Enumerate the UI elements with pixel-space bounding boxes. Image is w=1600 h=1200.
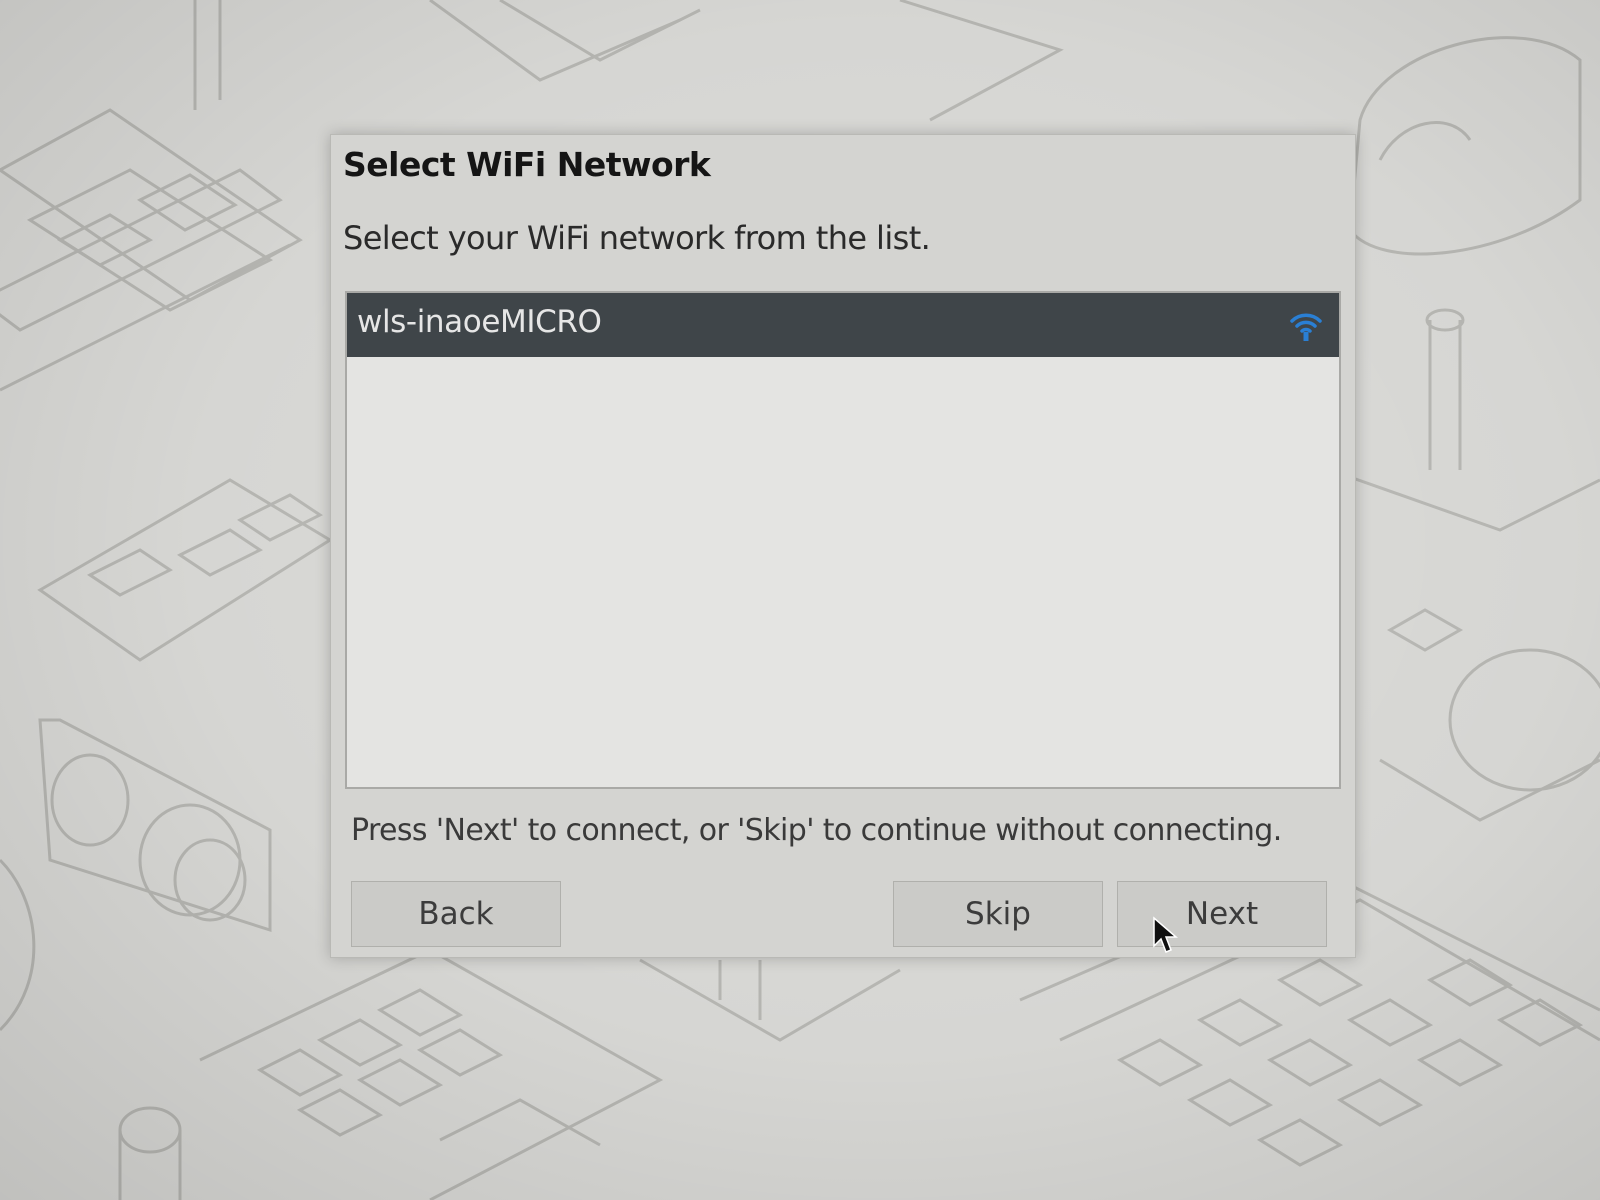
- network-ssid: wls-inaoeMICRO: [357, 304, 602, 340]
- next-button[interactable]: Next: [1117, 881, 1327, 947]
- select-wifi-dialog: Select WiFi Network Select your WiFi net…: [330, 134, 1356, 958]
- network-row-selected[interactable]: wls-inaoeMICRO: [347, 293, 1339, 357]
- mouse-pointer-icon: [1153, 916, 1178, 953]
- back-button[interactable]: Back: [351, 881, 561, 947]
- dialog-subtitle: Select your WiFi network from the list.: [343, 219, 931, 257]
- skip-button[interactable]: Skip: [893, 881, 1103, 947]
- dialog-title: Select WiFi Network: [343, 145, 711, 184]
- connect-hint: Press 'Next' to connect, or 'Skip' to co…: [351, 813, 1282, 848]
- wifi-signal-icon: [1290, 313, 1322, 341]
- network-list[interactable]: wls-inaoeMICRO: [345, 291, 1341, 789]
